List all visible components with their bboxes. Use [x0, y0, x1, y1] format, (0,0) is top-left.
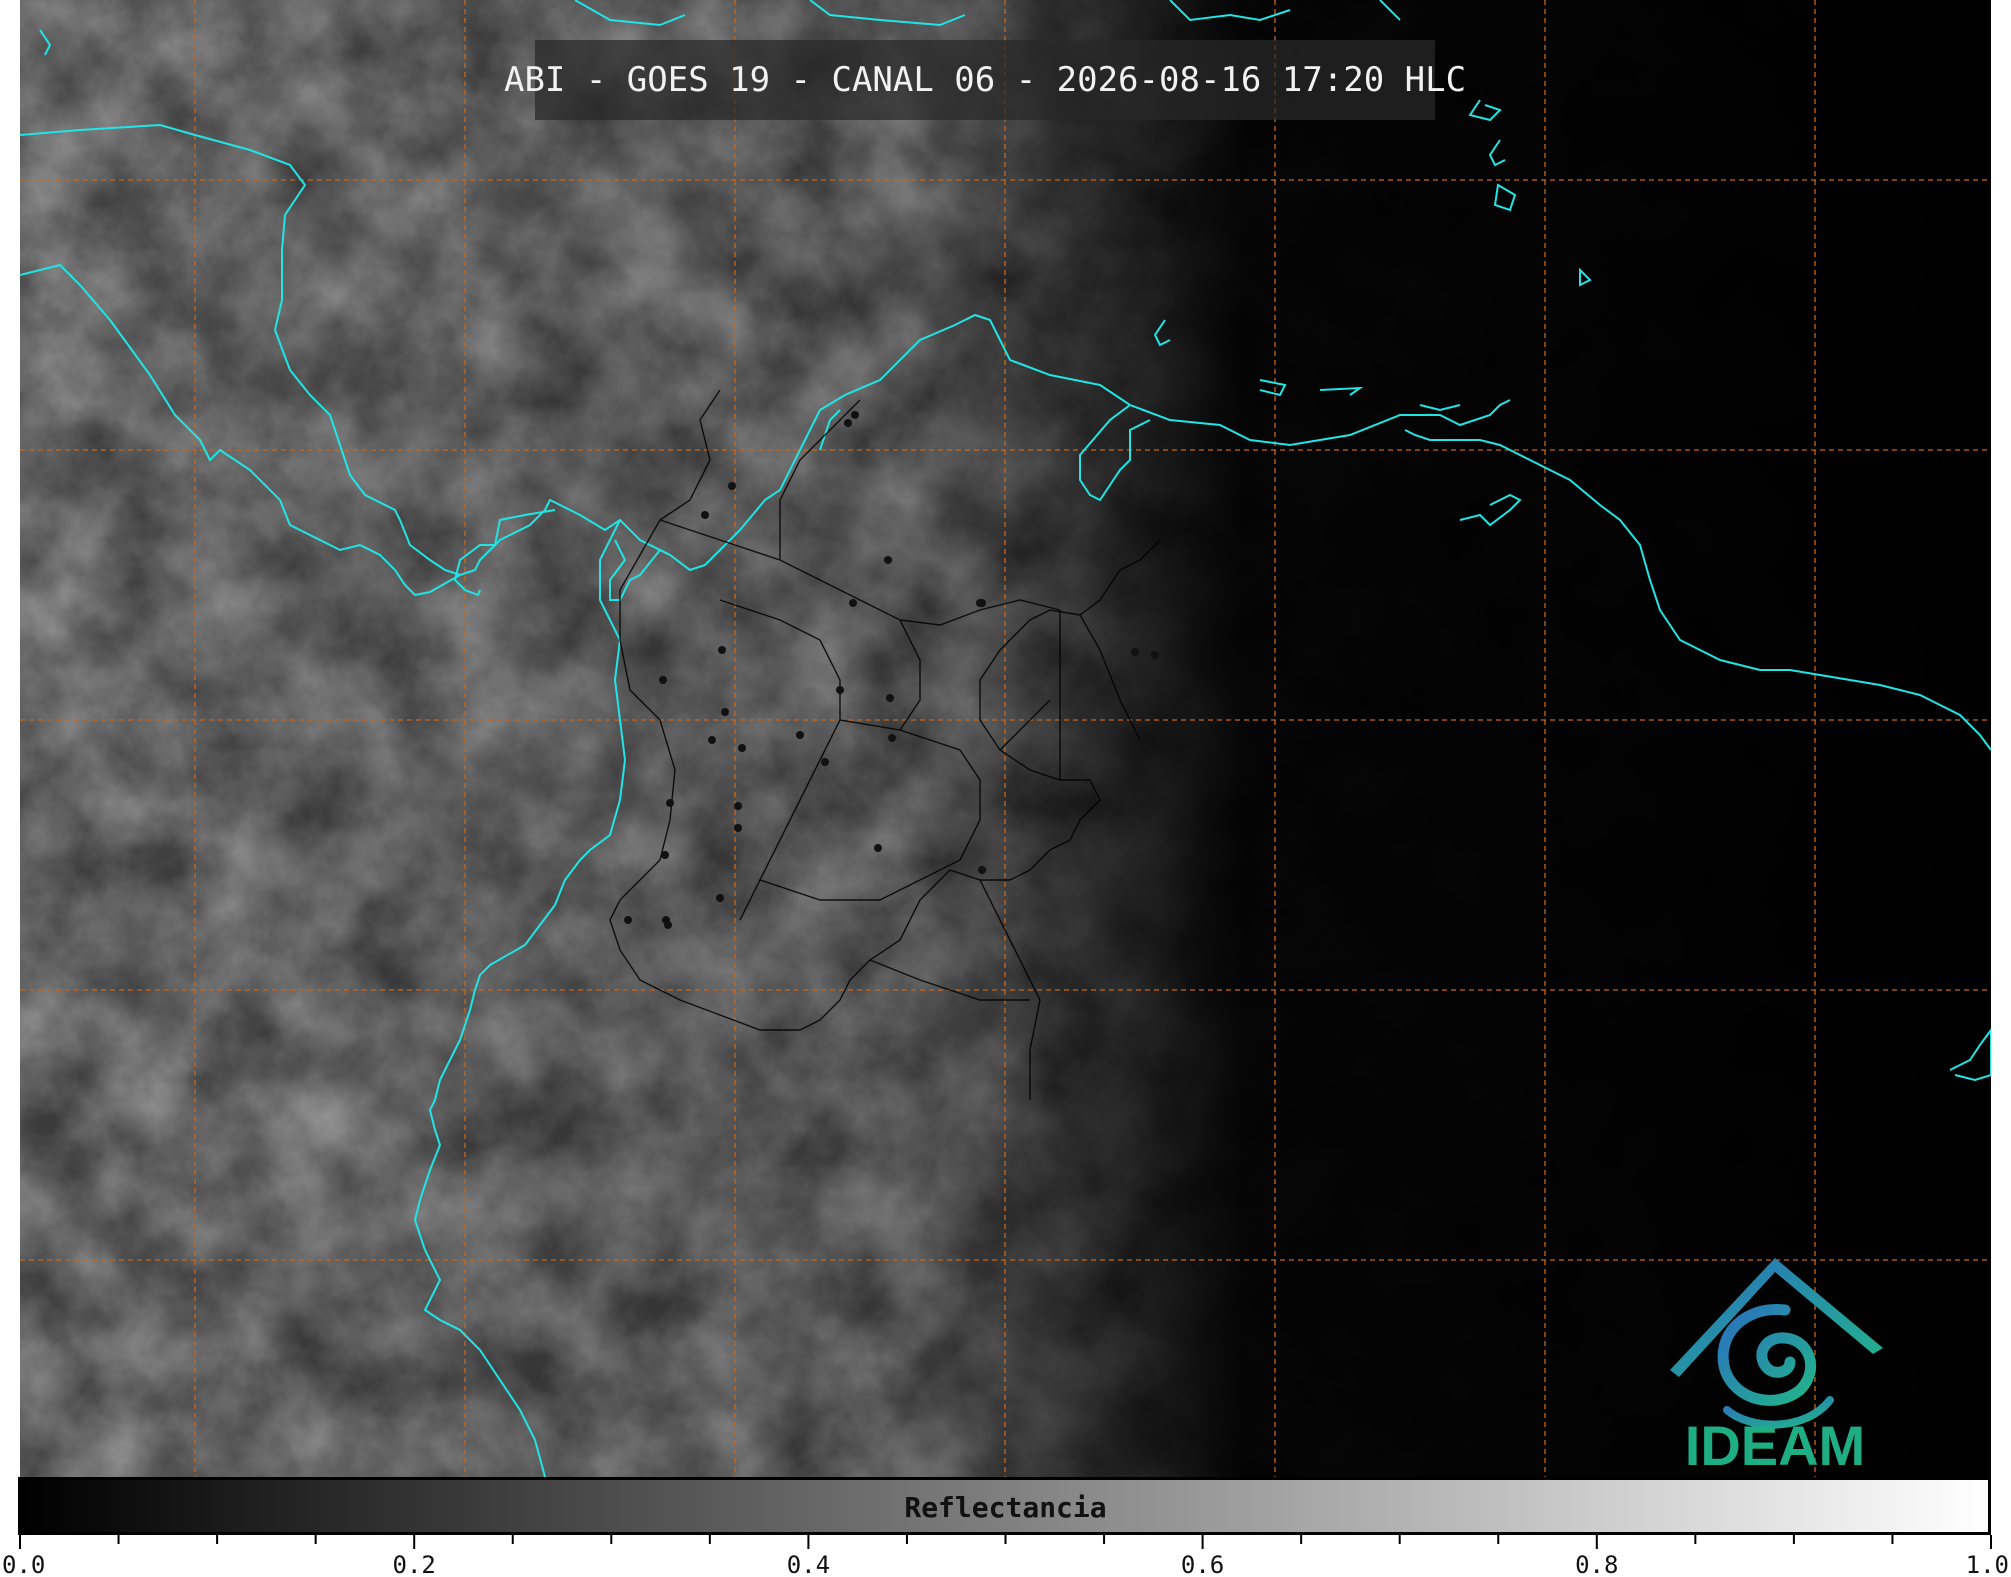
colorbar-tick-label: 0.4 [787, 1551, 830, 1577]
logo-swirl-icon [1717, 1303, 1834, 1429]
colorbar-tick-label: 0.2 [393, 1551, 436, 1577]
map-title: ABI - GOES 19 - CANAL 06 - 2026-08-16 17… [504, 40, 1466, 120]
logo-roof-icon [1670, 1258, 1883, 1377]
colorbar-tick-label: 1.0 [1966, 1551, 2009, 1577]
ideam-logo: IDEAM [1670, 1258, 1883, 1475]
logo-text: IDEAM [1685, 1414, 1865, 1475]
colorbar-label: Reflectancia [904, 1491, 1107, 1524]
colorbar-tick-label: 0.6 [1181, 1551, 1224, 1577]
colorbar-tick-label: 0.0 [2, 1551, 45, 1577]
colorbar-ticks: 0.0 0.2 0.4 0.6 0.8 1.0 [2, 1535, 2009, 1577]
colorbar-tick-label: 0.8 [1575, 1551, 1618, 1577]
